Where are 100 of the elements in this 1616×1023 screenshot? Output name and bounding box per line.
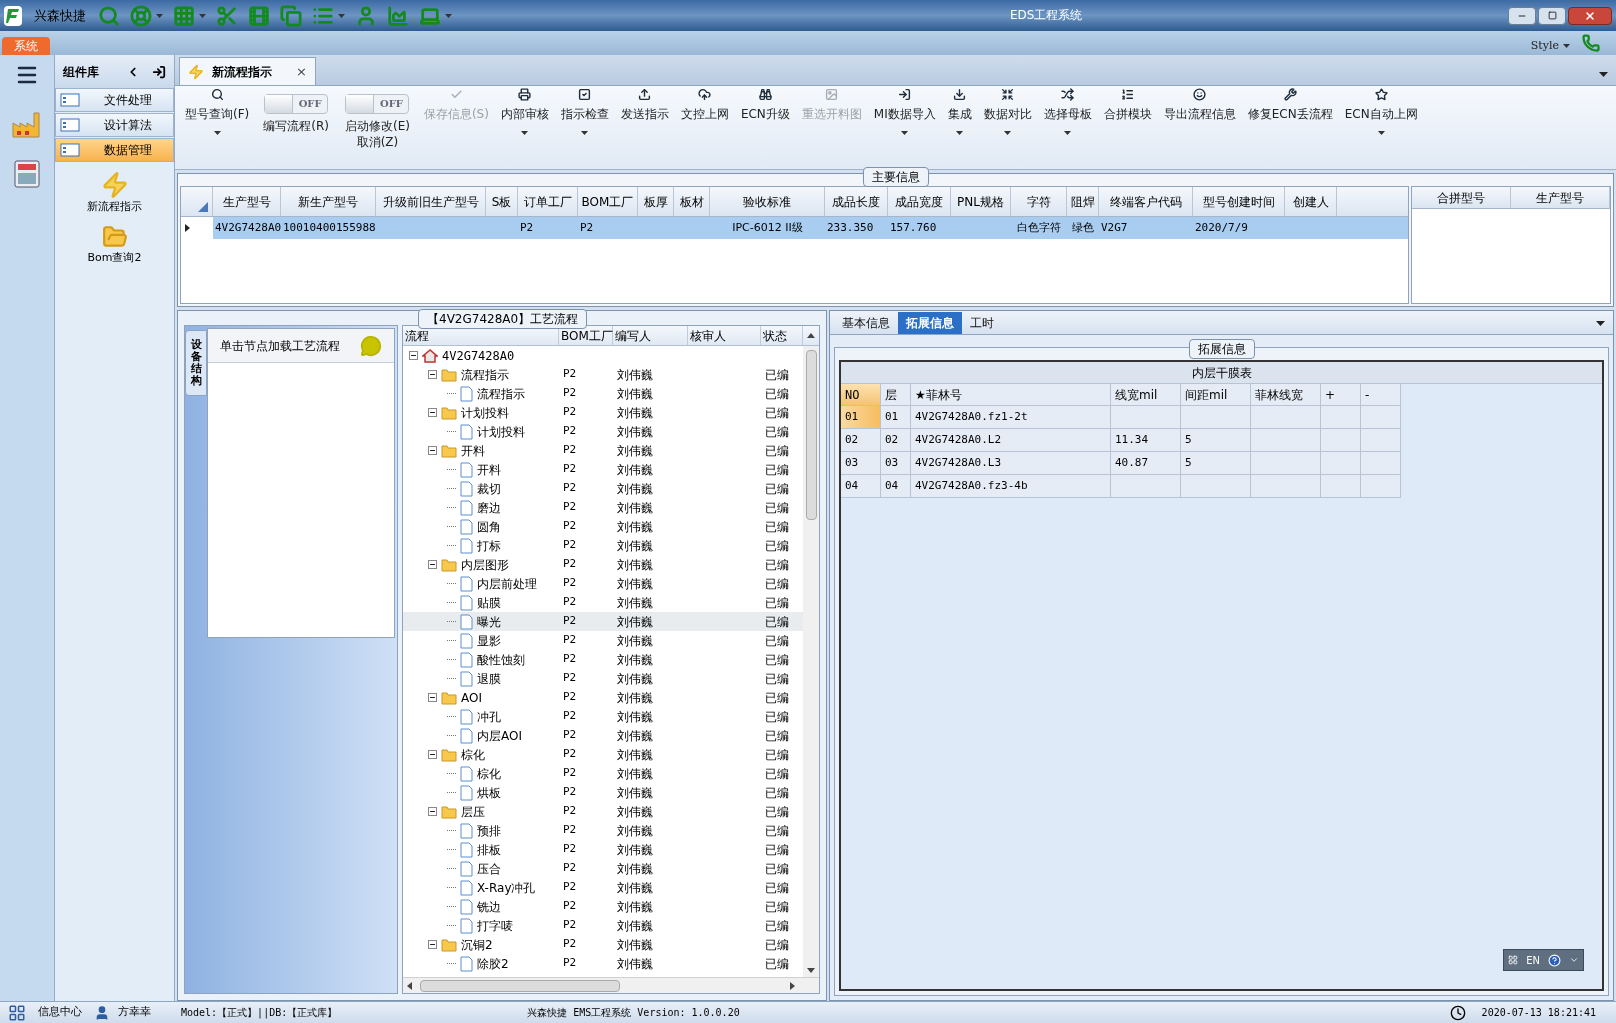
tree-row[interactable]: 打字唛 P2 刘伟巍 已编 xyxy=(403,916,803,935)
toggle-switch[interactable]: OFF xyxy=(264,94,329,114)
tree-row[interactable]: 铣边 P2 刘伟巍 已编 xyxy=(403,897,803,916)
horizontal-scrollbar[interactable] xyxy=(403,977,819,993)
toolbar-button[interactable]: 集成 xyxy=(941,86,978,147)
dropdown-caret-icon[interactable] xyxy=(213,131,221,135)
scroll-up-icon[interactable] xyxy=(807,333,815,338)
tree-row[interactable]: 退膜 P2 刘伟巍 已编 xyxy=(403,669,803,688)
calculator-icon[interactable] xyxy=(13,159,41,189)
tree-row[interactable]: 流程指示 P2 刘伟巍 已编 xyxy=(403,384,803,403)
toolbar-button[interactable]: 内部审核 xyxy=(494,86,555,147)
toolbar-button[interactable]: 修复ECN丢流程 xyxy=(1241,86,1339,147)
tree-row[interactable]: 磨边 P2 刘伟巍 已编 xyxy=(403,498,803,517)
tree-row[interactable]: 冲孔 P2 刘伟巍 已编 xyxy=(403,707,803,726)
dropdown-caret-icon[interactable] xyxy=(1563,43,1570,48)
toolbar-button[interactable]: ECN自动上网 xyxy=(1338,86,1424,147)
tree-row[interactable]: 内层图形 P2 刘伟巍 已编 xyxy=(403,555,803,574)
scroll-left-icon[interactable] xyxy=(407,981,412,990)
chevron-down-icon[interactable] xyxy=(1569,955,1579,965)
table-cell[interactable]: 04 xyxy=(841,475,881,498)
expander-icon[interactable] xyxy=(428,807,437,816)
detail-tab[interactable]: 基本信息 xyxy=(834,312,898,334)
toolbar-button[interactable]: 数据对比 xyxy=(977,86,1038,147)
toolbar-button[interactable]: 发送指示 xyxy=(614,86,675,147)
tree-row[interactable]: 打标 P2 刘伟巍 已编 xyxy=(403,536,803,555)
panel-item[interactable]: 文件处理 xyxy=(55,88,174,112)
dropdown-caret-icon[interactable] xyxy=(901,131,909,135)
dropdown-caret-icon[interactable] xyxy=(1596,321,1605,326)
expander-icon[interactable] xyxy=(428,693,437,702)
tree-row[interactable]: 棕化 P2 刘伟巍 已编 xyxy=(403,745,803,764)
tree-row[interactable]: 排板 P2 刘伟巍 已编 xyxy=(403,840,803,859)
tree-row[interactable]: 棕化 P2 刘伟巍 已编 xyxy=(403,764,803,783)
tree-row[interactable]: 贴膜 P2 刘伟巍 已编 xyxy=(403,593,803,612)
tree-row[interactable]: 裁切 P2 刘伟巍 已编 xyxy=(403,479,803,498)
toolbar-button[interactable]: 型号查询(F) xyxy=(179,86,256,147)
dropdown-caret-icon[interactable] xyxy=(1377,131,1385,135)
toolbar-button[interactable]: ECN升级 xyxy=(734,86,796,147)
table-cell[interactable]: 01 xyxy=(841,406,881,429)
tree-row[interactable]: 流程指示 P2 刘伟巍 已编 xyxy=(403,365,803,384)
style-menu[interactable]: Style xyxy=(1530,37,1570,54)
tree-row[interactable]: 烘板 P2 刘伟巍 已编 xyxy=(403,783,803,802)
tree-row[interactable]: 酸性蚀刻 P2 刘伟巍 已编 xyxy=(403,650,803,669)
document-tab[interactable]: 新流程指示 × xyxy=(179,57,316,85)
scroll-down-icon[interactable] xyxy=(807,968,815,973)
tree-row[interactable]: 内层前处理 P2 刘伟巍 已编 xyxy=(403,574,803,593)
panel-item[interactable]: 设计算法 xyxy=(55,113,174,137)
detail-tab[interactable]: 拓展信息 xyxy=(898,312,962,334)
tree-row[interactable]: 显影 P2 刘伟巍 已编 xyxy=(403,631,803,650)
tree-row[interactable]: 圆角 P2 刘伟巍 已编 xyxy=(403,517,803,536)
dropdown-caret-icon[interactable] xyxy=(521,131,529,135)
tree-row[interactable]: 内层AOI P2 刘伟巍 已编 xyxy=(403,726,803,745)
tree-row[interactable]: 曝光 P2 刘伟巍 已编 xyxy=(403,612,803,631)
tree-row[interactable]: 4V2G7428A0 xyxy=(403,346,803,365)
expander-icon[interactable] xyxy=(428,408,437,417)
toolbar-button[interactable]: 导出流程信息 xyxy=(1157,86,1242,147)
dropdown-caret-icon[interactable] xyxy=(1004,131,1012,135)
scrollbar-thumb[interactable] xyxy=(805,350,817,520)
tree-row[interactable]: 开料 P2 刘伟巍 已编 xyxy=(403,441,803,460)
status-text[interactable]: 信息中心 xyxy=(38,1004,82,1021)
toolbar-button[interactable]: 选择母板 xyxy=(1037,86,1098,147)
side-tab[interactable]: 设备结构 xyxy=(185,330,207,397)
launcher-button[interactable]: 新流程指示 xyxy=(55,171,174,216)
toolbar-button[interactable]: MI数据导入 xyxy=(867,86,942,147)
dropdown-caret-icon[interactable] xyxy=(1064,131,1072,135)
maximize-button[interactable] xyxy=(1538,6,1566,25)
dock-icon[interactable] xyxy=(152,64,166,79)
dropdown-caret-icon[interactable] xyxy=(581,131,589,135)
toggle-switch[interactable]: OFF xyxy=(345,94,410,114)
tab-close-button[interactable]: × xyxy=(296,61,307,82)
panel-item[interactable]: 数据管理 xyxy=(55,138,174,162)
toolbar-button[interactable]: 合拼模块 xyxy=(1097,86,1158,147)
tree-row[interactable]: 预排 P2 刘伟巍 已编 xyxy=(403,821,803,840)
tree-row[interactable]: 压合 P2 刘伟巍 已编 xyxy=(403,859,803,878)
tree-row[interactable]: 开料 P2 刘伟巍 已编 xyxy=(403,460,803,479)
expander-icon[interactable] xyxy=(428,370,437,379)
toolbar-button[interactable]: 文控上网 xyxy=(674,86,735,147)
tree-row[interactable]: 计划投料 P2 刘伟巍 已编 xyxy=(403,403,803,422)
minimize-button[interactable] xyxy=(1508,6,1536,25)
scroll-right-icon[interactable] xyxy=(790,981,795,990)
tree-row[interactable]: 除胶2 P2 刘伟巍 已编 xyxy=(403,954,803,973)
table-cell[interactable]: 03 xyxy=(841,452,881,475)
tree-row[interactable]: X-Ray冲孔 P2 刘伟巍 已编 xyxy=(403,878,803,897)
dropdown-caret-icon[interactable] xyxy=(1599,72,1608,77)
expander-icon[interactable] xyxy=(428,446,437,455)
tree-row[interactable]: 层压 P2 刘伟巍 已编 xyxy=(403,802,803,821)
scrollbar-thumb[interactable] xyxy=(420,979,620,992)
expander-icon[interactable] xyxy=(428,940,437,949)
table-row[interactable]: 4V2G7428A0 10010400155988 P2 P2 IPC-6012 II级 233.350 157.760 白色字符 绿色 V2G7 2020/7/9 xyxy=(181,217,1408,239)
tree-row[interactable]: 沉铜2 P2 刘伟巍 已编 xyxy=(403,935,803,954)
detail-tab[interactable]: 工时 xyxy=(962,312,1002,334)
tree-row[interactable]: AOI P2 刘伟巍 已编 xyxy=(403,688,803,707)
expander-icon[interactable] xyxy=(428,560,437,569)
expander-icon[interactable] xyxy=(428,750,437,759)
vertical-scrollbar[interactable] xyxy=(803,346,819,977)
toolbar-button[interactable]: 指示检查 xyxy=(554,86,615,147)
tree-row[interactable]: 计划投料 P2 刘伟巍 已编 xyxy=(403,422,803,441)
launcher-button[interactable]: Bom查询2 xyxy=(55,223,174,266)
language-bar[interactable]: EN xyxy=(1503,949,1584,971)
close-button[interactable] xyxy=(1568,6,1612,25)
table-cell[interactable]: 02 xyxy=(841,429,881,452)
